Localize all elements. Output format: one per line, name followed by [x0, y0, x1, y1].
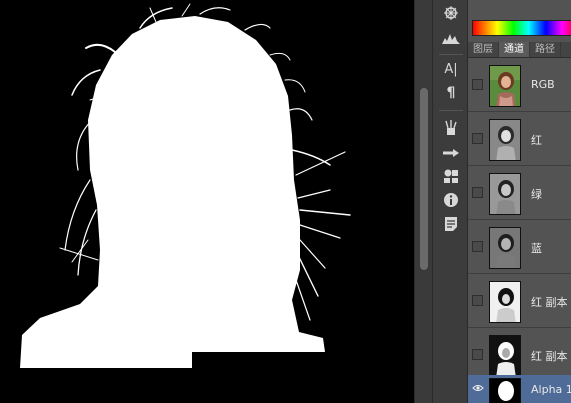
tab-layers[interactable]: 图层 [468, 42, 499, 57]
visibility-toggle[interactable] [472, 349, 483, 360]
character-icon-label: A| [444, 61, 458, 77]
tool-presets-icon[interactable] [439, 142, 463, 164]
channel-thumbnail-red-copy [489, 281, 521, 323]
channel-row-blue[interactable]: 蓝 [468, 221, 571, 274]
character-icon[interactable]: A| [439, 58, 463, 80]
tab-paths[interactable]: 路径 [530, 42, 561, 57]
tab-channels[interactable]: 通道 [499, 42, 530, 57]
document-canvas[interactable] [0, 0, 414, 403]
channel-row-red-copy[interactable]: 红 副本 [468, 275, 571, 328]
color-spectrum-bar[interactable] [472, 20, 571, 36]
channel-row-rgb[interactable]: RGB [468, 59, 571, 112]
scrollbar-thumb[interactable] [420, 88, 428, 270]
channel-label: 红 副本 [531, 296, 568, 309]
visibility-toggle[interactable] [472, 79, 483, 90]
channel-label: 红 副本 2 [531, 350, 571, 363]
panel-dock-strip: A| ¶ [432, 0, 468, 403]
channel-label: 绿 [531, 188, 542, 201]
channel-label: RGB [531, 78, 555, 91]
histogram-icon[interactable] [439, 27, 463, 49]
channel-row-green[interactable]: 绿 [468, 167, 571, 220]
visibility-toggle[interactable] [472, 133, 483, 144]
visibility-toggle[interactable] [472, 187, 483, 198]
visibility-toggle[interactable] [472, 295, 483, 306]
alpha-mask-image [20, 3, 351, 368]
channel-label: 红 [531, 134, 542, 147]
info-icon[interactable] [439, 189, 463, 211]
channel-thumbnail-red [489, 119, 521, 161]
visibility-eye-icon[interactable] [472, 383, 484, 394]
visibility-toggle[interactable] [472, 241, 483, 252]
channels-panel: 图层 通道 路径 RGB 红 绿 蓝 红 副本 红 副本 Alpha 1 [468, 0, 571, 403]
panel-tabs: 图层 通道 路径 [468, 42, 571, 58]
channel-thumbnail-red-copy-2 [489, 335, 521, 377]
canvas-vertical-scrollbar[interactable] [414, 0, 432, 403]
channel-label: 蓝 [531, 242, 542, 255]
channel-label: Alpha 1 [531, 383, 571, 396]
channel-thumbnail-rgb [489, 65, 521, 107]
wheel-icon[interactable] [439, 2, 463, 24]
paragraph-icon-label: ¶ [446, 85, 456, 101]
channel-thumbnail-blue [489, 227, 521, 269]
clone-source-icon[interactable] [439, 165, 463, 187]
channel-row-alpha-1[interactable]: Alpha 1 [468, 375, 571, 403]
brushes-icon[interactable] [439, 117, 463, 139]
channel-thumbnail-alpha-1 [489, 378, 521, 403]
channel-row-red[interactable]: 红 [468, 113, 571, 166]
channel-thumbnail-green [489, 173, 521, 215]
notes-icon[interactable] [439, 213, 463, 235]
paragraph-icon[interactable]: ¶ [439, 82, 463, 104]
